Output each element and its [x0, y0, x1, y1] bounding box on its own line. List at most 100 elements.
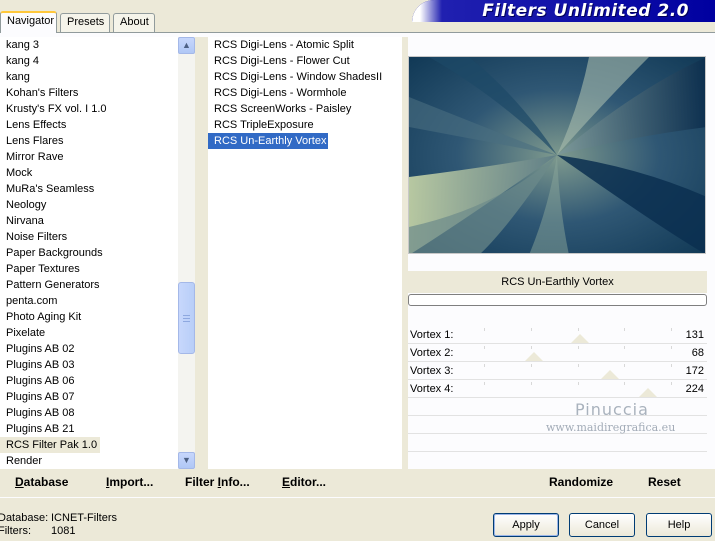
filters-count-value: 1081 [51, 525, 76, 537]
category-item[interactable]: Plugins AB 07 [0, 389, 178, 405]
slider-tick [577, 382, 579, 385]
category-item[interactable]: Noise Filters [0, 229, 178, 245]
filter-item[interactable]: RCS ScreenWorks - Paisley [208, 101, 402, 117]
category-item[interactable]: Render [0, 453, 178, 469]
slider-thumb[interactable] [601, 370, 620, 379]
category-item[interactable]: Plugins AB 06 [0, 373, 178, 389]
slider-label: Vortex 2: [410, 347, 454, 359]
filter-item[interactable]: RCS Digi-Lens - Wormhole [208, 85, 402, 101]
filter-info-button[interactable]: Filter Info... [185, 475, 250, 489]
tab-about[interactable]: About [113, 13, 155, 32]
slider-label: Vortex 4: [410, 383, 454, 395]
list-separator [195, 37, 208, 469]
empty-slider-row [408, 398, 707, 416]
category-item[interactable]: Plugins AB 21 [0, 421, 178, 437]
category-item[interactable]: penta.com [0, 293, 178, 309]
scroll-down-button[interactable]: ▼ [178, 452, 195, 469]
category-item[interactable]: Plugins AB 03 [0, 357, 178, 373]
help-button[interactable]: Help [646, 513, 712, 537]
category-item[interactable]: Nirvana [0, 213, 178, 229]
slider-thumb[interactable] [571, 334, 590, 343]
slider-track[interactable] [484, 380, 672, 398]
slider-tick [624, 328, 626, 331]
slider-tick [577, 328, 579, 331]
editor-button[interactable]: Editor... [282, 475, 326, 489]
category-item[interactable]: Plugins AB 08 [0, 405, 178, 421]
database-value: ICNET-Filters [51, 512, 117, 524]
category-item[interactable]: kang 3 [0, 37, 178, 53]
progress-bar [408, 294, 707, 306]
slider-row: Vortex 2: 68 [408, 344, 707, 362]
slider-thumb[interactable] [639, 388, 658, 397]
slider-tick [671, 382, 672, 385]
slider-tick [484, 328, 485, 331]
category-item[interactable]: Pixelate [0, 325, 178, 341]
app-banner: Filters Unlimited 2.0 [412, 0, 715, 22]
slider-value: 131 [685, 329, 704, 341]
category-item[interactable]: RCS Filter Pak 1.0 [0, 437, 100, 453]
category-item[interactable]: Lens Effects [0, 117, 178, 133]
slider-tick [624, 364, 626, 367]
slider-track[interactable] [484, 326, 672, 344]
slider-tick [484, 346, 485, 349]
action-bar: Database Import... Filter Info... Editor… [0, 469, 715, 497]
slider-track[interactable] [484, 362, 672, 380]
filter-list[interactable]: RCS Digi-Lens - Atomic Split RCS Digi-Len… [208, 37, 402, 469]
slider-value: 224 [685, 383, 704, 395]
tab-bar: Navigator Presets About [0, 11, 160, 33]
category-item[interactable]: Mirror Rave [0, 149, 178, 165]
watermark-name: Pinuccia [575, 400, 649, 419]
category-item[interactable]: Kohan's Filters [0, 85, 178, 101]
slider-tick [484, 364, 485, 367]
scroll-thumb[interactable] [178, 282, 195, 354]
category-item[interactable]: kang [0, 69, 178, 85]
slider-tick [671, 328, 672, 331]
slider-label: Vortex 3: [410, 365, 454, 377]
category-item[interactable]: Paper Textures [0, 261, 178, 277]
tab-presets[interactable]: Presets [60, 13, 110, 32]
slider-tick [624, 382, 626, 385]
category-list[interactable]: kang 3 kang 4 kang Kohan's Filters Krusty's … [0, 37, 178, 469]
preview-image [409, 57, 705, 253]
filter-item[interactable]: RCS Digi-Lens - Atomic Split [208, 37, 402, 53]
slider-thumb[interactable] [524, 352, 543, 361]
category-item[interactable]: Mock [0, 165, 178, 181]
filter-item[interactable]: RCS TripleExposure [208, 117, 402, 133]
slider-row: Vortex 4: 224 [408, 380, 707, 398]
filter-item[interactable]: RCS Digi-Lens - Flower Cut [208, 53, 402, 69]
database-button[interactable]: Database [15, 475, 68, 489]
category-item[interactable]: MuRa's Seamless [0, 181, 178, 197]
filter-preview [408, 56, 706, 254]
slider-row: Vortex 1: 131 [408, 326, 707, 344]
parameter-sliders: Vortex 1: 131 Vortex 2: 68 Vortex 3: 172 Vorte… [408, 326, 707, 470]
cancel-button[interactable]: Cancel [569, 513, 635, 537]
category-item[interactable]: Plugins AB 02 [0, 341, 178, 357]
slider-tick [671, 346, 672, 349]
import-button[interactable]: Import... [106, 475, 153, 489]
slider-tick [624, 346, 626, 349]
grip-icon [183, 315, 190, 322]
slider-tick [671, 364, 672, 367]
filters-count-label: Filters: [0, 525, 31, 537]
category-item[interactable]: Krusty's FX vol. I 1.0 [0, 101, 178, 117]
filter-item[interactable]: RCS Un-Earthly Vortex [208, 133, 328, 149]
slider-tick [530, 328, 532, 331]
slider-tick [484, 382, 485, 385]
category-item[interactable]: Photo Aging Kit [0, 309, 178, 325]
scroll-up-button[interactable]: ▲ [178, 37, 195, 54]
watermark-url: www.maidiregrafica.eu [546, 421, 676, 434]
slider-tick [530, 364, 532, 367]
category-scrollbar[interactable]: ▲ ▼ [178, 37, 195, 469]
category-item[interactable]: Lens Flares [0, 133, 178, 149]
slider-label: Vortex 1: [410, 329, 454, 341]
randomize-button[interactable]: Randomize [549, 475, 613, 489]
reset-button[interactable]: Reset [648, 475, 681, 489]
category-item[interactable]: Neology [0, 197, 178, 213]
apply-button[interactable]: Apply [493, 513, 559, 537]
category-item[interactable]: Pattern Generators [0, 277, 178, 293]
filter-item[interactable]: RCS Digi-Lens - Window ShadesII [208, 69, 402, 85]
slider-track[interactable] [484, 344, 672, 362]
category-item[interactable]: kang 4 [0, 53, 178, 69]
tab-navigator[interactable]: Navigator [0, 11, 57, 33]
category-item[interactable]: Paper Backgrounds [0, 245, 178, 261]
